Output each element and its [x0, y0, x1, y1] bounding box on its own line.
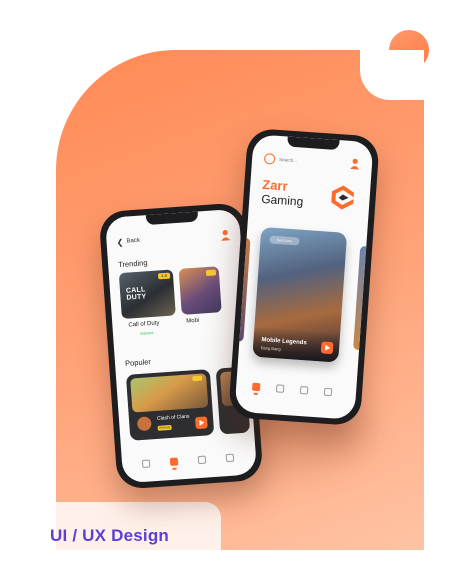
phone-right: Zarr Gaming Best Game Mobile Legends Ban…	[228, 127, 380, 427]
popular-title: Populer	[124, 357, 152, 368]
game-name: Call of Duty	[128, 320, 160, 329]
game-icon[interactable]	[275, 384, 285, 393]
phone-notch	[287, 136, 340, 151]
tab-bar	[236, 380, 357, 402]
rating-badge	[192, 375, 203, 382]
active-indicator	[172, 467, 177, 470]
user-icon[interactable]	[220, 229, 231, 241]
design-label: UI / UX Design	[50, 526, 169, 545]
game-sub: Garena	[139, 329, 154, 336]
home-icon[interactable]	[141, 459, 151, 468]
background-notch	[360, 50, 424, 100]
brand-logo-icon	[331, 185, 354, 210]
user-icon[interactable]	[350, 158, 361, 170]
right-screen: Zarr Gaming Best Game Mobile Legends Ban…	[234, 134, 374, 420]
back-icon[interactable]: ❮	[116, 238, 123, 247]
game-icon[interactable]	[169, 457, 179, 467]
back-button[interactable]: Back	[126, 238, 140, 245]
popular-card[interactable]: Clash of Clans Strategy	[125, 369, 215, 441]
trending-card[interactable]: 4.8 CALL DUTY	[118, 269, 176, 320]
genre-tag: Strategy	[157, 424, 172, 431]
game-logo: CALL DUTY	[126, 286, 147, 301]
profile-icon[interactable]	[225, 453, 235, 463]
game-avatar	[136, 416, 152, 432]
cart-icon[interactable]	[299, 386, 309, 395]
profile-icon[interactable]	[323, 387, 333, 397]
home-icon[interactable]	[251, 382, 261, 392]
logo-line: DUTY	[126, 293, 147, 302]
brand-title: Zarr	[261, 176, 289, 194]
phone-notch	[145, 211, 199, 226]
brand-subtitle: Gaming	[260, 191, 304, 209]
active-indicator	[253, 392, 258, 395]
tab-bar	[122, 450, 257, 473]
rating-badge	[205, 269, 217, 277]
trending-card[interactable]	[178, 266, 222, 315]
play-icon[interactable]	[195, 416, 208, 430]
search-input[interactable]	[278, 153, 330, 169]
left-topbar: ❮ Back	[116, 229, 231, 249]
search-icon[interactable]	[263, 152, 276, 165]
play-icon[interactable]	[320, 341, 334, 355]
game-name: Clash of Clans	[156, 413, 190, 422]
rating-badge: 4.8	[157, 272, 171, 280]
game-name: Mobi	[186, 317, 200, 325]
featured-card[interactable]: Best Game Mobile Legends Bang Bang	[252, 226, 348, 363]
cart-icon[interactable]	[197, 455, 207, 465]
featured-tag: Best Game	[269, 235, 300, 246]
showcase: UI / UX Design ❮ Back Trending 4.8 CALL …	[0, 0, 460, 571]
trending-title: Trending	[117, 258, 148, 270]
